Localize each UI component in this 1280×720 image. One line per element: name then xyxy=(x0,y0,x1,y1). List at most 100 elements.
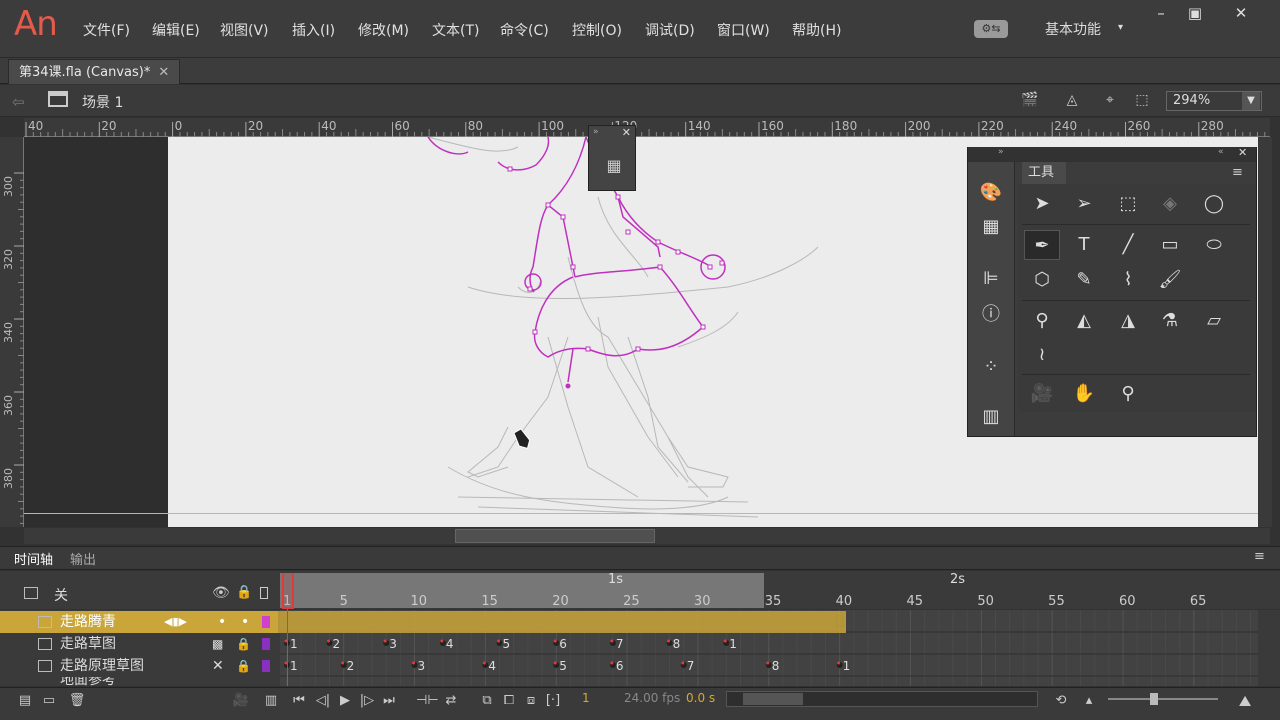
rectangle-tool-icon[interactable]: ▭ xyxy=(1152,230,1188,260)
workspace-sync-icon[interactable]: ⚙⇆ xyxy=(974,20,1008,38)
text-tool-icon[interactable]: T xyxy=(1066,230,1102,260)
small-mountain-icon[interactable]: ▴ xyxy=(1080,692,1098,710)
modify-markers-icon[interactable]: [·] xyxy=(544,692,562,710)
layer-row[interactable]: 走路腾青 ◀▮▶ • • xyxy=(0,611,278,633)
close-icon[interactable]: ✕ xyxy=(1238,146,1247,159)
zoom-tool-icon[interactable]: ⚲ xyxy=(1110,379,1146,409)
clip-content-icon[interactable]: ⬚ xyxy=(1132,92,1152,110)
minimize-icon[interactable]: – xyxy=(1150,4,1172,22)
step-forward-icon[interactable]: |▷ xyxy=(358,692,376,710)
document-tab[interactable]: 第34课.fla (Canvas)* ✕ xyxy=(8,59,181,84)
menu-view[interactable]: 视图(V) xyxy=(220,20,269,40)
scene-name[interactable]: 场景 1 xyxy=(82,92,123,112)
layer-color-swatch[interactable] xyxy=(262,638,270,650)
chevron-down-icon[interactable]: ▾ xyxy=(1118,22,1123,33)
menu-window[interactable]: 窗口(W) xyxy=(717,20,770,40)
hidden-layer-icon[interactable]: ✕ xyxy=(212,655,224,677)
keyframe-nav-icon[interactable]: ◀▮▶ xyxy=(164,611,187,633)
visibility-eye-icon[interactable]: 👁 xyxy=(212,585,230,601)
layer-name[interactable]: 走路腾青 xyxy=(60,611,116,633)
timeline-vertical-scrollbar[interactable] xyxy=(1258,610,1272,686)
collapse-panel-icon[interactable]: « xyxy=(1218,147,1224,157)
close-tab-icon[interactable]: ✕ xyxy=(158,65,169,80)
current-frame[interactable]: 1 xyxy=(582,691,590,705)
parent-view-icon[interactable]: ▥ xyxy=(262,692,280,710)
sync-icon[interactable]: ⟲ xyxy=(1052,692,1070,710)
visibility-dot[interactable]: • xyxy=(218,611,226,633)
vertical-scrollbar[interactable] xyxy=(1258,137,1272,527)
chevron-down-icon[interactable]: ▼ xyxy=(1242,92,1260,110)
lock-icon[interactable]: 🔒 xyxy=(236,655,251,677)
onion-outline-icon[interactable]: ⧠ xyxy=(500,692,518,710)
eraser-tool-icon[interactable]: ▱ xyxy=(1196,306,1232,336)
last-frame-icon[interactable]: ⏭ xyxy=(380,692,398,710)
eyedropper-tool-icon[interactable]: ⚗ xyxy=(1152,306,1188,336)
info-icon[interactable]: ⓘ xyxy=(978,302,1004,328)
outline-icon[interactable] xyxy=(260,587,268,599)
panel-menu-icon[interactable]: ≡ xyxy=(1232,165,1243,180)
new-layer-icon[interactable]: ▤ xyxy=(16,692,34,710)
playhead[interactable] xyxy=(282,573,294,609)
menu-file[interactable]: 文件(F) xyxy=(83,20,130,40)
free-transform-tool-icon[interactable]: ⬚ xyxy=(1110,189,1146,219)
width-tool-icon[interactable]: ≀ xyxy=(1024,340,1060,370)
menu-edit[interactable]: 编辑(E) xyxy=(152,20,200,40)
layer-name[interactable]: 地面参考 xyxy=(60,677,116,686)
paint-brush-tool-icon[interactable]: ⌇ xyxy=(1110,265,1146,295)
frame-size-slider[interactable] xyxy=(1108,693,1218,705)
delete-layer-icon[interactable]: 🗑 xyxy=(68,692,86,710)
timeline-horizontal-scrollbar[interactable] xyxy=(726,691,1038,707)
pencil-tool-icon[interactable]: ✎ xyxy=(1066,265,1102,295)
tools-panel-title[interactable]: 工具 xyxy=(1022,162,1066,184)
loop-icon[interactable]: ⇄ xyxy=(442,692,460,710)
layer-row[interactable]: 地面参考 xyxy=(0,677,278,686)
line-tool-icon[interactable]: ╱ xyxy=(1110,230,1146,260)
menu-help[interactable]: 帮助(H) xyxy=(792,20,841,40)
paint-bucket-tool-icon[interactable]: ◭ xyxy=(1066,306,1102,336)
3d-rotation-tool-icon[interactable]: ◈ xyxy=(1152,189,1188,219)
tab-timeline[interactable]: 时间轴 xyxy=(14,549,53,568)
swatches-icon[interactable]: ▦ xyxy=(978,214,1004,240)
tab-output[interactable]: 输出 xyxy=(70,549,96,568)
lock-icon[interactable]: 🔒 xyxy=(236,585,252,600)
step-back-icon[interactable]: ◁| xyxy=(314,692,332,710)
menu-debug[interactable]: 调试(D) xyxy=(645,20,695,40)
new-folder-icon[interactable]: ▭ xyxy=(40,692,58,710)
workspace-switcher[interactable]: 基本功能 xyxy=(1045,19,1101,39)
selection-tool-icon[interactable]: ➤ xyxy=(1024,189,1060,219)
hand-tool-icon[interactable]: ✋ xyxy=(1066,379,1102,409)
motion-presets-icon[interactable]: ⁘ xyxy=(978,354,1004,380)
layer-row[interactable]: 走路原理草图 ✕ 🔒 xyxy=(0,655,278,677)
expand-panel-icon[interactable]: » xyxy=(998,147,1004,157)
polystar-tool-icon[interactable]: ⬡ xyxy=(1024,265,1060,295)
layer-color-swatch[interactable] xyxy=(262,616,270,628)
oval-tool-icon[interactable]: ⬭ xyxy=(1196,230,1232,260)
frame-rate[interactable]: 24.00 fps xyxy=(624,691,680,705)
layer-name[interactable]: 走路原理草图 xyxy=(60,655,144,677)
menu-text[interactable]: 文本(T) xyxy=(432,20,479,40)
scrollbar-thumb[interactable] xyxy=(743,693,803,705)
large-mountain-icon[interactable]: ⛰ xyxy=(1236,692,1254,710)
menu-insert[interactable]: 插入(I) xyxy=(292,20,335,40)
bone-tool-icon[interactable]: ⚲ xyxy=(1024,306,1060,336)
hidden-layer-icon[interactable]: ▩ xyxy=(212,633,223,655)
layer-name[interactable]: 走路草图 xyxy=(60,633,116,655)
lock-dot[interactable]: • xyxy=(241,611,249,633)
components-icon[interactable]: ▦ xyxy=(603,156,625,178)
edit-scene-icon[interactable]: 🎬 xyxy=(1020,92,1040,110)
edit-symbol-icon[interactable]: ◬ xyxy=(1062,92,1082,110)
lock-icon[interactable]: 🔒 xyxy=(236,633,251,655)
center-frame-icon[interactable]: ⊣⊢ xyxy=(416,692,439,710)
align-icon[interactable]: ⊫ xyxy=(978,266,1004,292)
lasso-tool-icon[interactable]: ◯ xyxy=(1196,189,1232,219)
menu-commands[interactable]: 命令(C) xyxy=(500,20,549,40)
camera-tool-icon[interactable]: 🎥 xyxy=(1024,379,1060,409)
layer-row[interactable]: 走路草图 ▩ 🔒 xyxy=(0,633,278,655)
menu-modify[interactable]: 修改(M) xyxy=(358,20,409,40)
library-icon[interactable]: ▥ xyxy=(978,404,1004,430)
menu-control[interactable]: 控制(O) xyxy=(572,20,622,40)
brush-tool-icon[interactable]: 🖌 xyxy=(1152,265,1188,295)
layer-color-swatch[interactable] xyxy=(262,660,270,672)
ink-bottle-tool-icon[interactable]: ◮ xyxy=(1110,306,1146,336)
pen-tool-icon[interactable]: ✒ xyxy=(1024,230,1060,260)
